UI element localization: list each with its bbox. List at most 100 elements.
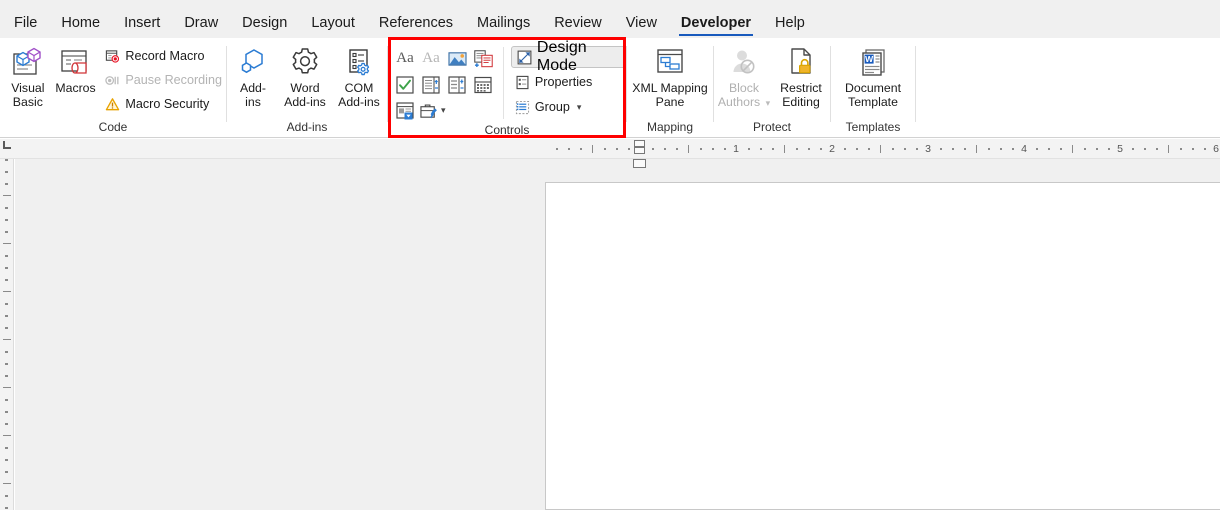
ruler-tick	[664, 148, 666, 150]
vertical-ruler[interactable]	[0, 141, 14, 510]
plain-text-icon: Aa	[422, 50, 440, 66]
combo-box-content-control-button[interactable]	[418, 72, 444, 97]
ribbon-group-code: Visual Basic Macros Record Macro Pause R…	[0, 38, 226, 138]
ruler-tick	[3, 339, 11, 340]
add-ins-button[interactable]: Add- ins	[228, 41, 278, 117]
record-macro-button[interactable]: Record Macro	[101, 45, 226, 67]
ruler-tick	[1084, 148, 1086, 150]
check-box-content-control-button[interactable]	[392, 72, 418, 97]
macro-security-button[interactable]: Macro Security	[101, 93, 226, 115]
tab-layout[interactable]: Layout	[299, 8, 367, 38]
document-canvas	[15, 159, 1220, 510]
legacy-tools-icon	[420, 103, 437, 118]
properties-button[interactable]: Properties	[511, 71, 626, 93]
ruler-tick	[556, 148, 558, 150]
ruler-tick	[5, 495, 8, 497]
tab-home[interactable]: Home	[49, 8, 112, 38]
ruler-tick	[1204, 148, 1206, 150]
add-ins-icon	[237, 45, 269, 79]
button-label-line2: Editing	[782, 94, 820, 109]
ruler-tick	[5, 303, 8, 305]
tab-design[interactable]: Design	[230, 8, 299, 38]
macros-button[interactable]: Macros	[52, 41, 100, 117]
group-label-protect: Protect	[752, 120, 791, 134]
ruler-tick	[5, 507, 8, 509]
properties-icon	[515, 75, 530, 90]
repeating-section-content-control-button[interactable]	[392, 98, 418, 123]
visual-basic-button[interactable]: Visual Basic	[4, 41, 52, 117]
tab-label: Home	[61, 15, 101, 31]
ribbon-group-mapping: XML Mapping Pane Mapping	[627, 38, 713, 138]
tab-file[interactable]: File	[0, 8, 49, 38]
ruler-tick	[772, 148, 774, 150]
tab-draw[interactable]: Draw	[172, 8, 230, 38]
repeating-section-icon	[395, 101, 414, 119]
ruler-tick	[844, 148, 846, 150]
hanging-indent-marker[interactable]	[634, 147, 645, 154]
tab-developer[interactable]: Developer	[669, 8, 763, 38]
first-line-indent-marker[interactable]	[634, 140, 645, 147]
tab-label: View	[625, 15, 657, 31]
ruler-tick	[808, 148, 810, 150]
ruler-tick	[1132, 148, 1134, 150]
word-add-ins-button[interactable]: Word Add-ins	[278, 41, 332, 117]
button-label-line2: Pane	[655, 94, 685, 109]
rich-text-content-control-button[interactable]: Aa	[392, 46, 418, 71]
drop-down-list-content-control-button[interactable]	[444, 72, 470, 97]
design-mode-icon	[517, 50, 532, 65]
ruler-tick	[5, 207, 8, 209]
ruler-tick	[964, 148, 966, 150]
ruler-tick	[5, 399, 8, 401]
horizontal-ruler[interactable]: 1 2 3 4 5 6	[0, 139, 1220, 159]
tab-view[interactable]: View	[614, 8, 669, 38]
building-block-gallery-content-control-button[interactable]	[470, 46, 496, 71]
ruler-tick	[676, 148, 678, 150]
picture-content-control-button[interactable]	[444, 46, 470, 71]
com-add-ins-button[interactable]: COM Add-ins	[332, 41, 386, 117]
legacy-tools-button[interactable]: ▾	[418, 98, 458, 123]
group-button[interactable]: Group ▾	[511, 96, 626, 118]
group-label-controls: Controls	[484, 123, 530, 137]
xml-mapping-pane-icon	[655, 45, 685, 79]
ruler-tick	[688, 145, 689, 153]
chevron-down-icon[interactable]: ▾	[441, 105, 446, 116]
tab-label: Mailings	[477, 15, 531, 31]
ruler-tick	[592, 145, 593, 153]
ruler-tick	[868, 148, 870, 150]
ruler-tick	[1192, 148, 1194, 150]
design-mode-button[interactable]: Design Mode	[510, 39, 626, 74]
tab-label: File	[14, 15, 38, 31]
ruler-tick	[5, 255, 8, 257]
small-button-label: Pause Recording	[125, 73, 222, 87]
button-label-line1: Document	[844, 81, 902, 95]
tab-review[interactable]: Review	[542, 8, 614, 38]
tab-references[interactable]: References	[367, 8, 465, 38]
ruler-number: 1	[733, 143, 739, 155]
macros-icon	[59, 45, 93, 79]
document-page[interactable]	[545, 182, 1220, 510]
ruler-tick	[1156, 148, 1158, 150]
tab-help[interactable]: Help	[763, 8, 817, 38]
tab-mailings[interactable]: Mailings	[465, 8, 542, 38]
ruler-tick	[1036, 148, 1038, 150]
tab-insert[interactable]: Insert	[112, 8, 172, 38]
ruler-tick	[1072, 145, 1073, 153]
restrict-editing-button[interactable]: Restrict Editing	[773, 41, 829, 117]
tab-stop-selector-icon[interactable]	[3, 141, 11, 149]
ribbon-group-controls: Aa Aa ▾ Design Mode Properties Group ▾ C…	[388, 38, 626, 138]
button-label-line2: Template	[848, 94, 898, 109]
date-picker-content-control-button[interactable]	[470, 72, 496, 97]
ruler-tick	[5, 315, 8, 317]
document-template-button[interactable]: W Document Template	[831, 41, 915, 117]
tab-label: Developer	[680, 15, 752, 31]
chevron-down-icon[interactable]: ▾	[577, 102, 582, 113]
visual-basic-icon	[11, 45, 45, 79]
left-indent-marker[interactable]	[633, 159, 646, 168]
xml-mapping-pane-button[interactable]: XML Mapping Pane	[627, 41, 713, 117]
ruler-tick	[1108, 148, 1110, 150]
tab-label: References	[378, 15, 454, 31]
building-block-gallery-icon	[473, 49, 493, 67]
ruler-tick	[5, 327, 8, 329]
plain-text-content-control-button[interactable]: Aa	[418, 46, 444, 71]
button-label-line1: Block	[728, 81, 760, 95]
